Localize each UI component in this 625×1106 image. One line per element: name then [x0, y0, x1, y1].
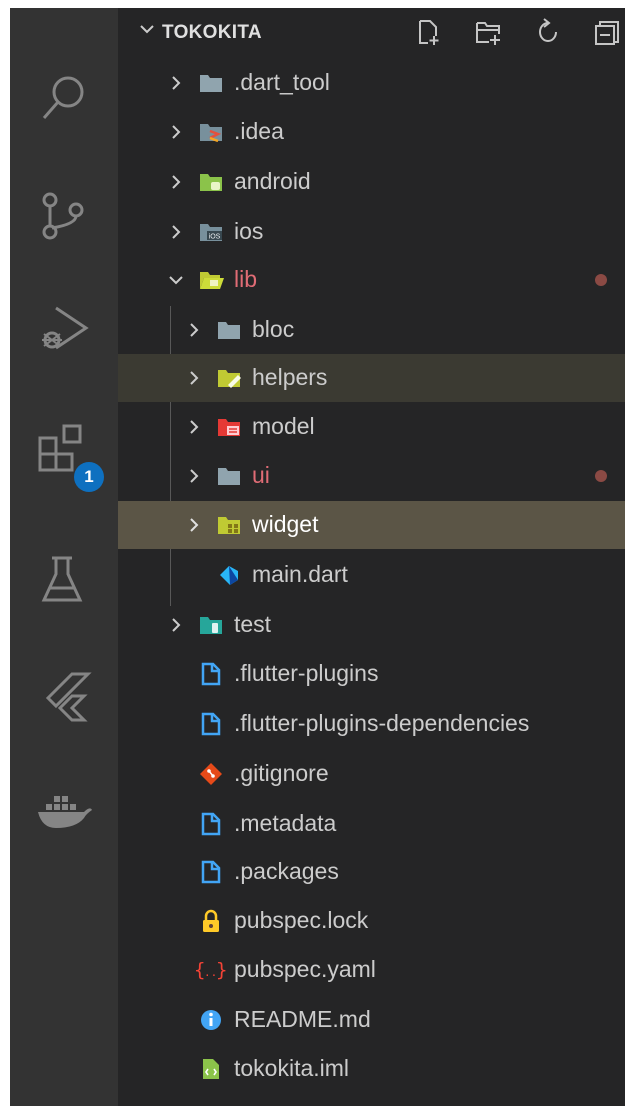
tree-item-label: .metadata [234, 810, 337, 836]
tree-item-label: test [234, 611, 272, 637]
tree-item-main-dart[interactable]: main.dart [118, 551, 625, 599]
tree-item-label: model [252, 413, 315, 439]
vscode-window: 1 TOKOKITA .dart_tool .idea android iOS … [10, 8, 625, 1106]
tree-item-label: README.md [234, 1006, 371, 1032]
tree-item-label: lib [234, 266, 258, 292]
model-folder-icon [218, 419, 240, 436]
chevron-right-icon [172, 125, 181, 139]
tree-item-pubspec-yaml[interactable]: {..} pubspec.yaml [118, 946, 625, 994]
svg-text:}: } [216, 959, 227, 981]
helpers-folder-icon [218, 370, 241, 388]
tree-item-widget[interactable]: widget [118, 501, 625, 549]
tree-item-helpers[interactable]: helpers [118, 354, 625, 402]
docker-icon[interactable] [10, 770, 118, 850]
new-folder-icon[interactable] [474, 18, 502, 46]
tree-item-tokokita-iml[interactable]: tokokita.iml [118, 1045, 625, 1093]
tree-item-label: ios [234, 218, 264, 244]
activity-bar: 1 [10, 8, 118, 1106]
chevron-right-icon [190, 371, 199, 385]
chevron-right-icon [172, 225, 181, 239]
tree-item-label: .flutter-plugins [234, 660, 379, 686]
yaml-braces-icon: {..} [194, 959, 227, 981]
tree-item-label: widget [252, 511, 319, 537]
tree-item-test[interactable]: test [118, 601, 625, 649]
new-file-icon[interactable] [414, 18, 442, 46]
ios-folder-icon: iOS [200, 224, 222, 241]
tree-item-label: .packages [234, 858, 339, 884]
tree-item-label: main.dart [252, 561, 348, 587]
chevron-right-icon [190, 518, 199, 532]
file-icon [201, 662, 221, 686]
explorer-panel: TOKOKITA .dart_tool .idea android iOS io… [118, 8, 625, 1106]
tree-item-label: pubspec.lock [234, 907, 369, 933]
tree-item-bloc[interactable]: bloc [118, 306, 625, 354]
chevron-right-icon [172, 618, 181, 632]
folder-icon [200, 75, 222, 92]
folder-icon [218, 322, 240, 339]
tree-item-idea[interactable]: .idea [118, 108, 625, 156]
tree-item-gitignore[interactable]: .gitignore [118, 750, 625, 798]
lock-icon [203, 909, 219, 932]
tree-item-label: helpers [252, 364, 328, 390]
tree-item-packages[interactable]: .packages [118, 848, 625, 896]
folder-icon [218, 468, 240, 485]
run-debug-icon[interactable] [10, 288, 118, 368]
chevron-right-icon [172, 175, 181, 189]
chevron-down-icon [169, 276, 183, 285]
chevron-right-icon [172, 76, 181, 90]
search-icon[interactable] [10, 58, 118, 138]
tree-item-label: .flutter-plugins-dependencies [234, 710, 530, 736]
tree-item-ios[interactable]: iOS ios [118, 208, 625, 256]
tree-item-readme[interactable]: README.md [118, 996, 625, 1044]
tree-item-flutter-plugins[interactable]: .flutter-plugins [118, 650, 625, 698]
modified-dot [595, 274, 607, 286]
tree-item-label: pubspec.yaml [234, 956, 376, 982]
explorer-header[interactable]: TOKOKITA [118, 8, 625, 54]
extensions-badge: 1 [74, 462, 104, 492]
file-icon [201, 712, 221, 736]
tree-item-lib[interactable]: lib [118, 256, 625, 304]
xml-file-icon [203, 1059, 219, 1079]
tree-item-dart-tool[interactable]: .dart_tool [118, 59, 625, 107]
chevron-down-icon[interactable] [138, 20, 156, 38]
tree-item-label: .idea [234, 118, 284, 144]
chevron-right-icon [190, 420, 199, 434]
tree-item-label: tokokita.iml [234, 1055, 350, 1081]
tree-item-pubspec-lock[interactable]: pubspec.lock [118, 897, 625, 945]
workspace-title: TOKOKITA [162, 22, 262, 43]
tree-item-label: .dart_tool [234, 69, 330, 95]
tree-item-label: android [234, 168, 311, 194]
tree-item-flutter-plugins-dependencies[interactable]: .flutter-plugins-dependencies [118, 700, 625, 748]
tree-item-android[interactable]: android [118, 158, 625, 206]
collapse-all-icon[interactable] [594, 18, 622, 46]
tree-item-model[interactable]: model [118, 403, 625, 451]
tree-item-label: .gitignore [234, 760, 329, 786]
testing-icon[interactable] [10, 540, 118, 620]
widget-folder-icon [218, 517, 240, 534]
chevron-right-icon [190, 323, 199, 337]
modified-dot [595, 470, 607, 482]
tree-item-ui[interactable]: ui [118, 452, 625, 500]
android-folder-icon [200, 174, 222, 191]
lib-folder-open-icon [200, 272, 224, 289]
dart-file-icon [220, 566, 238, 585]
info-icon [201, 1010, 221, 1030]
idea-folder-icon [200, 124, 222, 143]
tree-item-label: bloc [252, 316, 295, 342]
file-icon [201, 860, 221, 884]
refresh-icon[interactable] [534, 18, 562, 46]
git-icon [200, 763, 222, 785]
chevron-right-icon [190, 469, 199, 483]
source-control-icon[interactable] [10, 176, 118, 256]
tree-item-metadata[interactable]: .metadata [118, 800, 625, 848]
test-folder-icon [200, 617, 222, 634]
file-icon [201, 812, 221, 836]
flutter-icon[interactable] [10, 656, 118, 736]
tree-item-label: ui [252, 462, 270, 488]
svg-text:iOS: iOS [209, 234, 221, 241]
